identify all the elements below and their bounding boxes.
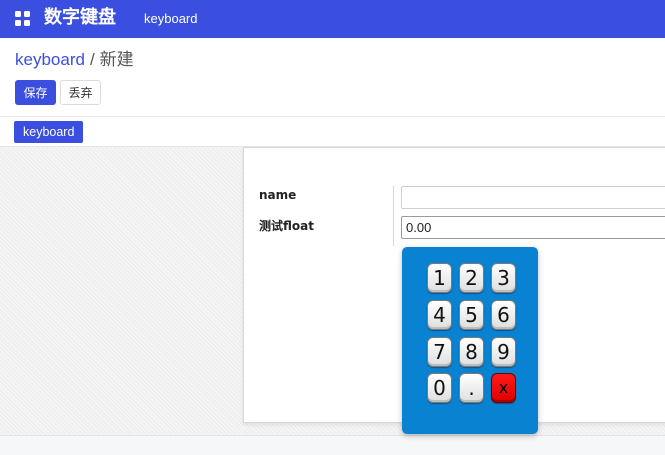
apps-grid-icon[interactable] — [15, 11, 30, 26]
breadcrumb-parent-link[interactable]: keyboard — [15, 50, 85, 69]
breadcrumb: keyboard / 新建 — [15, 49, 134, 71]
keypad-key-6[interactable]: 6 — [491, 300, 516, 330]
keypad-key-7[interactable]: 7 — [427, 337, 452, 367]
keypad-key-decimal[interactable]: . — [459, 373, 484, 403]
float-label: 测试float — [259, 219, 314, 233]
keypad-key-1[interactable]: 1 — [427, 263, 452, 293]
top-navbar: 数字键盘 keyboard — [0, 0, 665, 38]
keypad-key-4[interactable]: 4 — [427, 300, 452, 330]
form-view-background: name 测试float — [0, 147, 665, 435]
numeric-keypad: 1 2 3 4 5 6 7 8 9 0 . x — [402, 247, 538, 434]
breadcrumb-current: 新建 — [99, 50, 134, 69]
status-bar: keyboard — [0, 116, 665, 147]
keypad-key-5[interactable]: 5 — [459, 300, 484, 330]
app-title[interactable]: 数字键盘 — [44, 5, 116, 31]
discard-button[interactable]: 丢弃 — [60, 80, 101, 105]
control-panel: keyboard / 新建 保存 丢弃 — [0, 38, 665, 116]
float-input[interactable] — [401, 216, 665, 239]
breadcrumb-separator: / — [89, 50, 95, 69]
keypad-key-3[interactable]: 3 — [491, 263, 516, 293]
save-button[interactable]: 保存 — [15, 80, 56, 105]
field-divider — [393, 186, 394, 246]
keypad-key-0[interactable]: 0 — [427, 373, 452, 403]
keypad-key-2[interactable]: 2 — [459, 263, 484, 293]
name-label: name — [259, 188, 297, 202]
menu-item-keyboard[interactable]: keyboard — [144, 10, 197, 28]
keypad-delete-button[interactable]: x — [491, 373, 516, 403]
keypad-key-9[interactable]: 9 — [491, 337, 516, 367]
footer-bar — [0, 435, 665, 455]
status-tag-keyboard[interactable]: keyboard — [14, 121, 84, 143]
keypad-key-8[interactable]: 8 — [459, 337, 484, 367]
name-input[interactable] — [401, 186, 665, 209]
